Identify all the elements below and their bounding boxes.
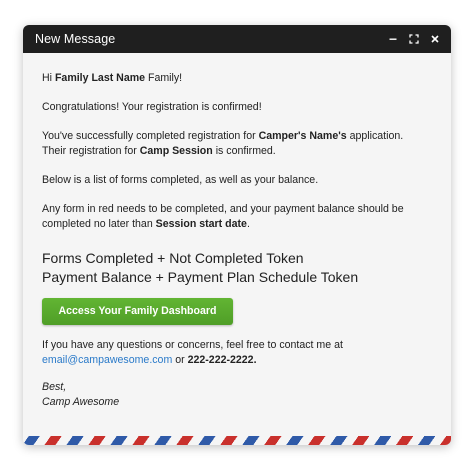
airmail-border <box>23 436 451 445</box>
title-bar: New Message <box>23 25 451 53</box>
registration-paragraph: You've successfully completed registrati… <box>42 129 432 159</box>
reg-text-3: Their registration for <box>42 145 140 157</box>
message-body: Hi Family Last Name Family! Congratulati… <box>23 53 451 410</box>
reg-text-2: application. <box>346 130 404 142</box>
contact-phone: 222-222-2222. <box>187 354 257 366</box>
greeting-prefix: Hi <box>42 72 55 84</box>
congrats-text: Congratulations! Your registration is co… <box>42 101 262 113</box>
payment-token: Payment Balance + Payment Plan Schedule … <box>42 269 359 285</box>
sign-off: Best, <box>42 381 67 393</box>
forms-intro: Below is a list of forms completed, as w… <box>42 174 319 186</box>
forms-token: Forms Completed + Not Completed Token <box>42 250 304 266</box>
camp-session: Camp Session <box>139 145 213 157</box>
compose-window: New Message Hi Family Last Name Family! … <box>23 25 451 445</box>
signature: Camp Awesome <box>42 396 120 408</box>
dashboard-button[interactable]: Access Your Family Dashboard <box>42 298 233 325</box>
email-link[interactable]: email@campawesome.com <box>42 354 172 366</box>
contact-or: or <box>172 354 188 366</box>
expand-icon[interactable] <box>408 33 420 45</box>
close-icon[interactable] <box>429 33 441 45</box>
signature-block: Best, Camp Awesome <box>42 380 432 410</box>
contact-paragraph: If you have any questions or concerns, f… <box>42 338 432 368</box>
window-title: New Message <box>35 32 116 46</box>
red-note-end: . <box>246 218 250 230</box>
token-block: Forms Completed + Not Completed Token Pa… <box>42 249 432 287</box>
reg-text-4: is confirmed. <box>212 145 276 157</box>
window-controls <box>387 33 441 45</box>
greeting-suffix: Family! <box>145 72 183 84</box>
greeting: Hi Family Last Name Family! <box>42 71 432 86</box>
camper-name: Camper's Name's <box>258 130 347 142</box>
minimize-icon[interactable] <box>387 33 399 45</box>
red-note: Any form in red needs to be completed, a… <box>42 202 432 232</box>
contact-text: If you have any questions or concerns, f… <box>42 339 343 351</box>
family-name: Family Last Name <box>54 72 146 84</box>
session-start-date: Session start date <box>155 218 247 230</box>
reg-text-1: You've successfully completed registrati… <box>42 130 259 142</box>
